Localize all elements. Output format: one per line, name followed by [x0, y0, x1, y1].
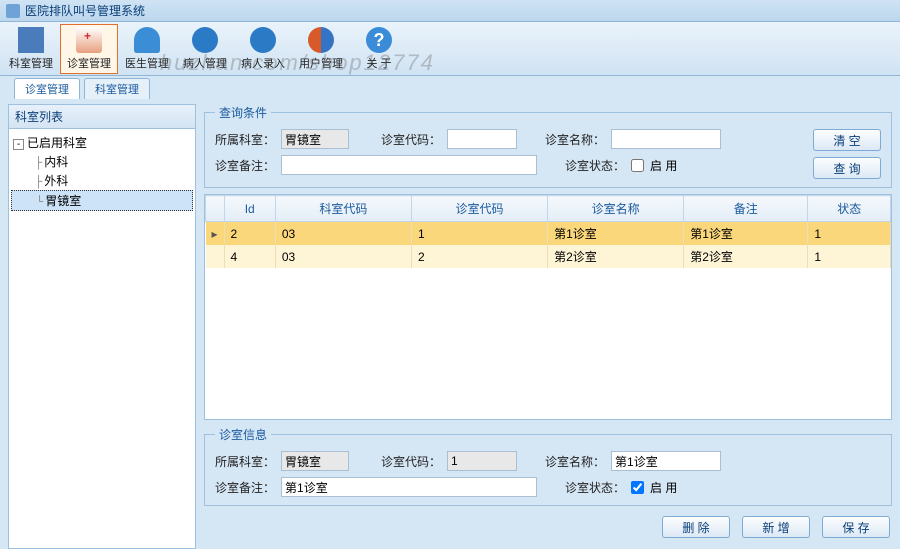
user-icon — [308, 27, 334, 53]
tree-title: 科室列表 — [8, 104, 196, 129]
delete-button[interactable]: 删 除 — [662, 516, 730, 538]
app-title: 医院排队叫号管理系统 — [25, 2, 145, 19]
detail-code-label: 诊室代码： — [381, 453, 441, 470]
query-legend: 查询条件 — [215, 104, 271, 121]
toolbar-dept[interactable]: 科室管理 — [2, 24, 60, 74]
query-name-label: 诊室名称： — [545, 131, 605, 148]
doctor-icon — [134, 27, 160, 53]
query-remark-label: 诊室备注： — [215, 157, 275, 174]
toolbar-patient-add[interactable]: 病人录入 — [234, 24, 292, 74]
query-button[interactable]: 查 询 — [813, 157, 881, 179]
toolbar-room[interactable]: 诊室管理 — [60, 24, 118, 74]
dept-icon — [18, 27, 44, 53]
tree-item-weijing[interactable]: └胃镜室 — [11, 190, 193, 211]
toolbar-about[interactable]: ?关 于 — [350, 24, 408, 74]
detail-state-cb-label: 启 用 — [650, 479, 677, 496]
app-icon — [6, 4, 20, 18]
detail-dept-label: 所属科室： — [215, 453, 275, 470]
toolbar-user[interactable]: 用户管理 — [292, 24, 350, 74]
query-state-checkbox[interactable] — [631, 159, 644, 172]
detail-code-input — [447, 451, 517, 471]
dept-tree: -已启用科室 ├内科 ├外科 └胃镜室 — [8, 129, 196, 549]
room-icon — [76, 27, 102, 53]
toolbar-patient[interactable]: 病人管理 — [176, 24, 234, 74]
tab-dept[interactable]: 科室管理 — [84, 78, 150, 99]
col-id[interactable]: Id — [224, 196, 275, 222]
tree-item-neike[interactable]: ├内科 — [11, 152, 193, 171]
inner-tabs: 诊室管理 科室管理 — [14, 78, 150, 99]
query-dept-input — [281, 129, 349, 149]
col-roomname[interactable]: 诊室名称 — [548, 196, 684, 222]
query-remark-input[interactable] — [281, 155, 537, 175]
detail-remark-input[interactable] — [281, 477, 537, 497]
toolbar-doctor[interactable]: 医生管理 — [118, 24, 176, 74]
tab-room[interactable]: 诊室管理 — [14, 78, 80, 99]
save-button[interactable]: 保 存 — [822, 516, 890, 538]
titlebar: 医院排队叫号管理系统 — [0, 0, 900, 22]
col-remark[interactable]: 备注 — [684, 196, 808, 222]
detail-state-checkbox[interactable] — [631, 481, 644, 494]
query-code-label: 诊室代码： — [381, 131, 441, 148]
detail-dept-input — [281, 451, 349, 471]
clear-button[interactable]: 清 空 — [813, 129, 881, 151]
tree-item-waike[interactable]: ├外科 — [11, 171, 193, 190]
table-row[interactable]: 4032第2诊室第2诊室1 — [206, 245, 891, 268]
col-roomcode[interactable]: 诊室代码 — [411, 196, 547, 222]
col-state[interactable]: 状态 — [808, 196, 891, 222]
detail-name-label: 诊室名称： — [545, 453, 605, 470]
add-button[interactable]: 新 增 — [742, 516, 810, 538]
detail-panel: 诊室信息 所属科室： 诊室代码： 诊室名称： 诊室备注： 诊室状态： 启 用 — [204, 426, 892, 506]
toolbar: 科室管理 诊室管理 医生管理 病人管理 病人录入 用户管理 ?关 于 — [0, 22, 900, 76]
query-state-label: 诊室状态： — [565, 157, 625, 174]
detail-remark-label: 诊室备注： — [215, 479, 275, 496]
detail-name-input[interactable] — [611, 451, 721, 471]
result-grid: Id 科室代码 诊室代码 诊室名称 备注 状态 ▸2031第1诊室第1诊室140… — [204, 194, 892, 420]
collapse-icon[interactable]: - — [13, 139, 24, 150]
detail-state-label: 诊室状态： — [565, 479, 625, 496]
patient-add-icon — [250, 27, 276, 53]
query-code-input[interactable] — [447, 129, 517, 149]
tree-root[interactable]: -已启用科室 — [11, 133, 193, 152]
patient-icon — [192, 27, 218, 53]
query-name-input[interactable] — [611, 129, 721, 149]
table-row[interactable]: ▸2031第1诊室第1诊室1 — [206, 222, 891, 246]
query-dept-label: 所属科室： — [215, 131, 275, 148]
query-panel: 查询条件 所属科室： 诊室代码： 诊室名称： 诊室备注： — [204, 104, 892, 188]
about-icon: ? — [366, 27, 392, 53]
detail-legend: 诊室信息 — [215, 426, 271, 443]
query-state-cb-label: 启 用 — [650, 157, 677, 174]
col-deptcode[interactable]: 科室代码 — [275, 196, 411, 222]
